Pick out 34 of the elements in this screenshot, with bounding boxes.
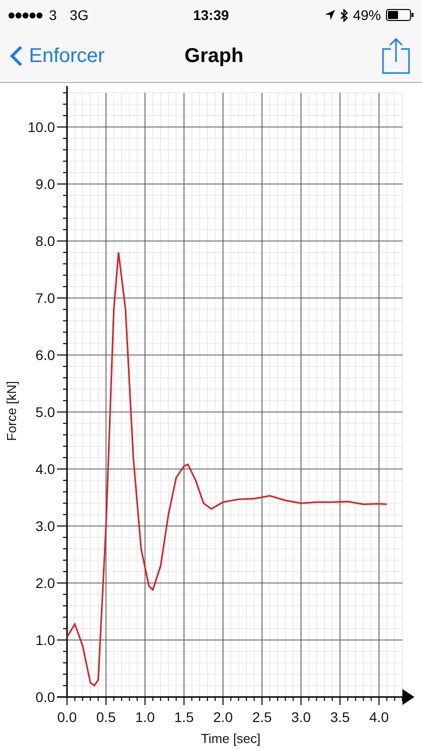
x-tick-label: 1.0 bbox=[135, 709, 155, 725]
y-tick-label: 6.0 bbox=[36, 347, 55, 363]
network-type: 3G bbox=[70, 7, 88, 23]
y-tick-label: 9.0 bbox=[36, 176, 55, 192]
signal-icon bbox=[8, 12, 44, 18]
y-tick-label: 2.0 bbox=[36, 575, 55, 591]
x-tick-label: 2.5 bbox=[252, 709, 272, 725]
bluetooth-icon bbox=[340, 8, 348, 22]
chevron-left-icon bbox=[10, 45, 23, 67]
x-tick-label: 1.5 bbox=[174, 709, 194, 725]
x-tick-label: 0.5 bbox=[96, 709, 116, 725]
y-tick-label: 8.0 bbox=[36, 233, 55, 249]
x-tick-label: 3.0 bbox=[291, 709, 311, 725]
y-tick-label: 3.0 bbox=[36, 518, 55, 534]
y-tick-label: 7.0 bbox=[36, 290, 55, 306]
y-tick-label: 4.0 bbox=[36, 461, 55, 477]
carrier-name: 3 bbox=[49, 7, 57, 23]
y-tick-label: 1.0 bbox=[36, 632, 55, 648]
share-icon[interactable] bbox=[382, 38, 410, 74]
screen-title: Graph bbox=[184, 44, 244, 68]
y-tick-label: 5.0 bbox=[36, 404, 55, 420]
clock-time: 13:39 bbox=[193, 7, 229, 23]
battery-percent: 49% bbox=[352, 7, 381, 23]
x-tick-label: 2.0 bbox=[213, 709, 233, 725]
back-button[interactable]: Enforcer bbox=[10, 44, 105, 68]
battery-icon bbox=[386, 9, 414, 21]
y-tick-label: 0.0 bbox=[36, 689, 55, 705]
y-tick-label: 10.0 bbox=[28, 119, 55, 135]
y-axis-title: Force [kN] bbox=[4, 381, 19, 441]
x-axis-title: Time [sec] bbox=[201, 731, 261, 746]
x-tick-label: 0.0 bbox=[57, 709, 77, 725]
x-tick-label: 4.0 bbox=[369, 709, 389, 725]
x-tick-label: 3.5 bbox=[330, 709, 350, 725]
location-icon bbox=[324, 10, 335, 20]
